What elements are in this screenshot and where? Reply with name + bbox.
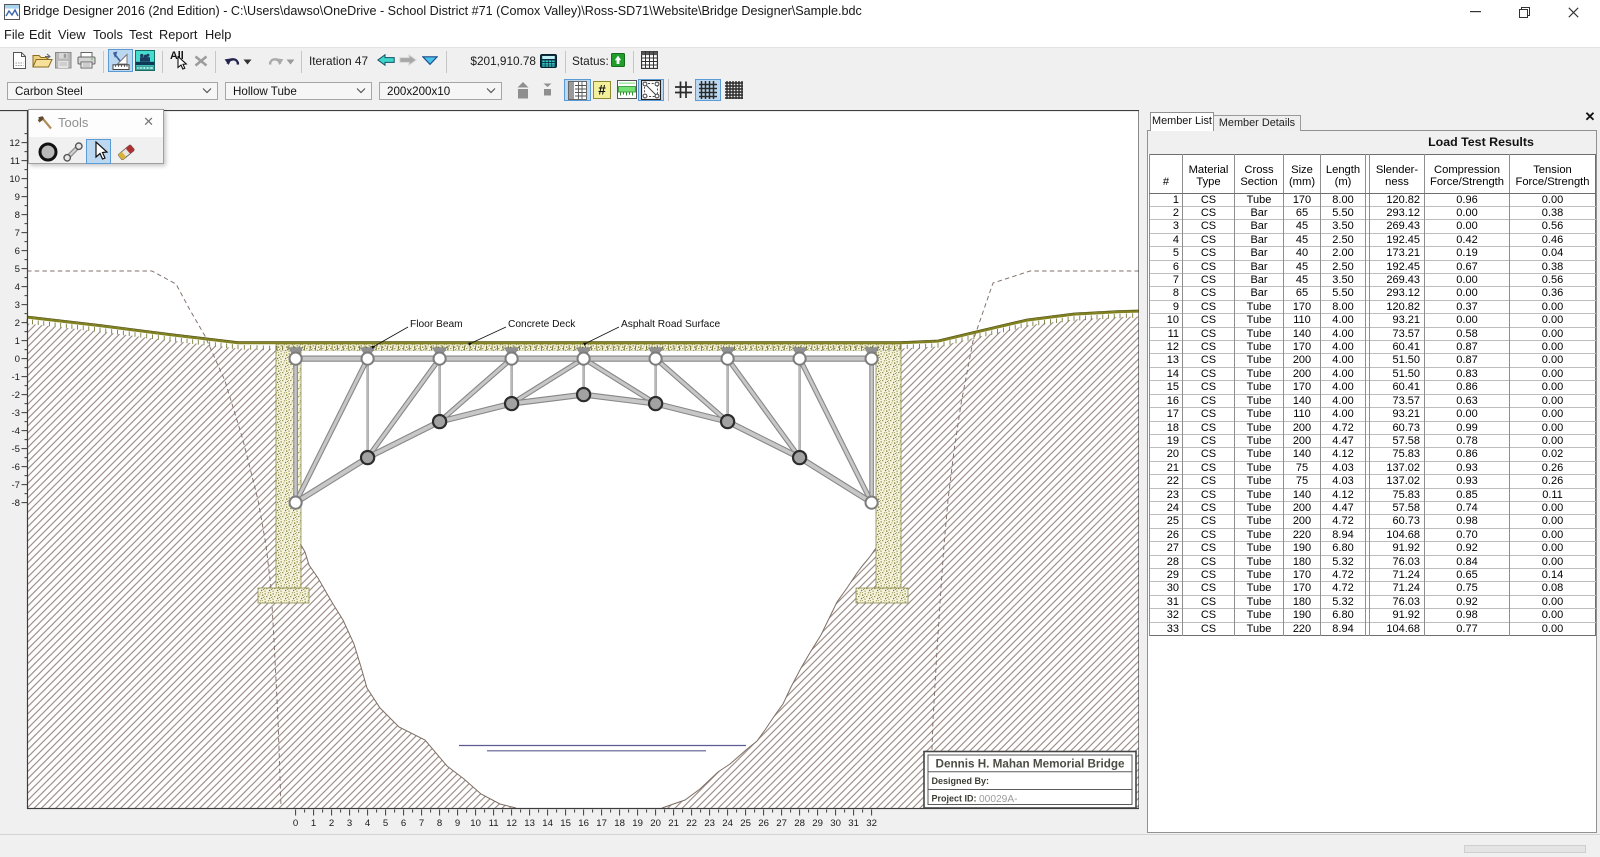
svg-text:9: 9 xyxy=(455,818,460,829)
svg-text:1: 1 xyxy=(15,336,20,347)
svg-text:12: 12 xyxy=(9,138,20,149)
svg-text:32: 32 xyxy=(866,818,877,829)
svg-text:-8: -8 xyxy=(11,498,20,509)
svg-text:3: 3 xyxy=(15,300,20,311)
svg-text:9: 9 xyxy=(15,192,20,203)
svg-text:12: 12 xyxy=(506,818,517,829)
svg-text:16: 16 xyxy=(578,818,589,829)
svg-text:-2: -2 xyxy=(11,390,20,401)
svg-text:6: 6 xyxy=(401,818,406,829)
svg-text:8: 8 xyxy=(437,818,442,829)
svg-text:-5: -5 xyxy=(11,444,20,455)
svg-text:27: 27 xyxy=(776,818,787,829)
svg-text:18: 18 xyxy=(614,818,625,829)
svg-text:8: 8 xyxy=(15,210,20,221)
svg-text:Project ID:: Project ID: xyxy=(932,794,977,804)
svg-text:22: 22 xyxy=(686,818,697,829)
svg-text:-4: -4 xyxy=(11,426,20,437)
svg-text:Dennis H. Mahan Memorial Bridg: Dennis H. Mahan Memorial Bridge xyxy=(936,758,1125,771)
svg-text:-7: -7 xyxy=(11,480,20,491)
svg-text:17: 17 xyxy=(596,818,607,829)
svg-text:-3: -3 xyxy=(11,408,20,419)
svg-text:13: 13 xyxy=(524,818,535,829)
svg-text:7: 7 xyxy=(15,228,20,239)
svg-text:15: 15 xyxy=(560,818,571,829)
svg-text:1: 1 xyxy=(311,818,316,829)
svg-text:Asphalt Road Surface: Asphalt Road Surface xyxy=(621,319,720,330)
svg-text:31: 31 xyxy=(848,818,859,829)
svg-text:20: 20 xyxy=(650,818,661,829)
svg-text:11: 11 xyxy=(489,818,499,829)
svg-text:3: 3 xyxy=(347,818,352,829)
svg-text:26: 26 xyxy=(758,818,769,829)
svg-text:7: 7 xyxy=(419,818,424,829)
svg-text:00029A-: 00029A- xyxy=(979,794,1018,805)
svg-text:#: # xyxy=(598,83,606,98)
svg-text:5: 5 xyxy=(15,264,20,275)
svg-text:5: 5 xyxy=(383,818,388,829)
svg-text:11: 11 xyxy=(10,156,20,167)
svg-text:2: 2 xyxy=(15,318,20,329)
svg-text:4: 4 xyxy=(15,282,21,293)
svg-text:Concrete Deck: Concrete Deck xyxy=(508,319,576,330)
svg-text:Designed By:: Designed By: xyxy=(932,776,990,786)
svg-text:0: 0 xyxy=(293,818,298,829)
svg-text:10: 10 xyxy=(470,818,481,829)
svg-text:29: 29 xyxy=(812,818,823,829)
svg-text:2: 2 xyxy=(329,818,334,829)
svg-text:21: 21 xyxy=(668,818,679,829)
svg-text:25: 25 xyxy=(740,818,751,829)
svg-text:28: 28 xyxy=(794,818,805,829)
svg-text:23: 23 xyxy=(704,818,715,829)
svg-text:-1: -1 xyxy=(11,372,20,383)
svg-text:-6: -6 xyxy=(11,462,20,473)
svg-text:0: 0 xyxy=(15,354,20,365)
svg-text:4: 4 xyxy=(365,818,371,829)
svg-text:30: 30 xyxy=(830,818,841,829)
svg-text:10: 10 xyxy=(9,174,20,185)
svg-text:14: 14 xyxy=(542,818,553,829)
svg-text:6: 6 xyxy=(15,246,20,257)
svg-text:19: 19 xyxy=(632,818,643,829)
svg-text:Floor Beam: Floor Beam xyxy=(410,319,463,330)
svg-text:24: 24 xyxy=(722,818,733,829)
